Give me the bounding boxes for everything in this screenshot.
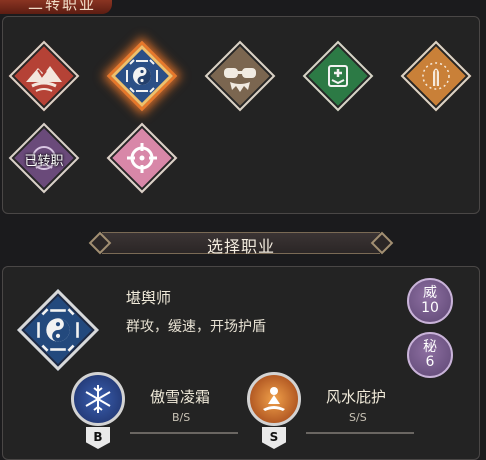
yin-yang-bagua-icon — [16, 288, 100, 372]
converted-label: 已转职 — [24, 154, 64, 169]
meditating-figure-icon — [250, 375, 298, 423]
stat-badge-power: 威 10 — [407, 278, 453, 324]
tier-tab[interactable]: 二转职业 — [0, 0, 112, 14]
skill-1-divider — [130, 432, 238, 434]
skill-2-name: 风水庇护 — [326, 388, 387, 406]
skill-2-button[interactable] — [247, 372, 301, 426]
stat-label: 威 — [423, 285, 437, 302]
stat-badge-mystic: 秘 6 — [407, 332, 453, 378]
yin-yang-bagua-icon — [107, 41, 177, 111]
crosshair-icon — [107, 123, 177, 193]
stat-value: 6 — [425, 354, 435, 370]
class-option-7[interactable] — [106, 122, 178, 194]
skill-1-name: 傲雪凌霜 — [150, 388, 211, 406]
class-option-4[interactable] — [302, 40, 374, 112]
class-option-3[interactable] — [204, 40, 276, 112]
class-option-2[interactable] — [106, 40, 178, 112]
skill-1-button[interactable] — [71, 372, 125, 426]
tier-tab-label: 二转职业 — [28, 0, 97, 13]
class-description: 群攻，缓速，开场护盾 — [126, 319, 266, 335]
snowflake-icon — [74, 375, 122, 423]
goggles-mask-icon — [205, 41, 275, 111]
mountain-flame-icon — [9, 41, 79, 111]
stat-value: 10 — [421, 300, 439, 316]
selected-class-emblem — [16, 288, 100, 372]
medic-shield-icon — [303, 41, 373, 111]
section-title: 选择职业 — [206, 237, 275, 256]
class-option-1[interactable] — [8, 40, 80, 112]
skill-2-grade: S/S — [349, 411, 367, 424]
skill-1-grade: B/S — [172, 411, 191, 424]
class-option-6[interactable]: 已转职 — [8, 122, 80, 194]
section-title-bar: 选择职业 — [88, 230, 394, 256]
praying-hands-icon — [401, 41, 471, 111]
stat-label: 秘 — [423, 339, 437, 356]
class-option-5[interactable] — [400, 40, 472, 112]
skill-2-divider — [306, 432, 414, 434]
class-name: 堪舆师 — [126, 289, 172, 307]
